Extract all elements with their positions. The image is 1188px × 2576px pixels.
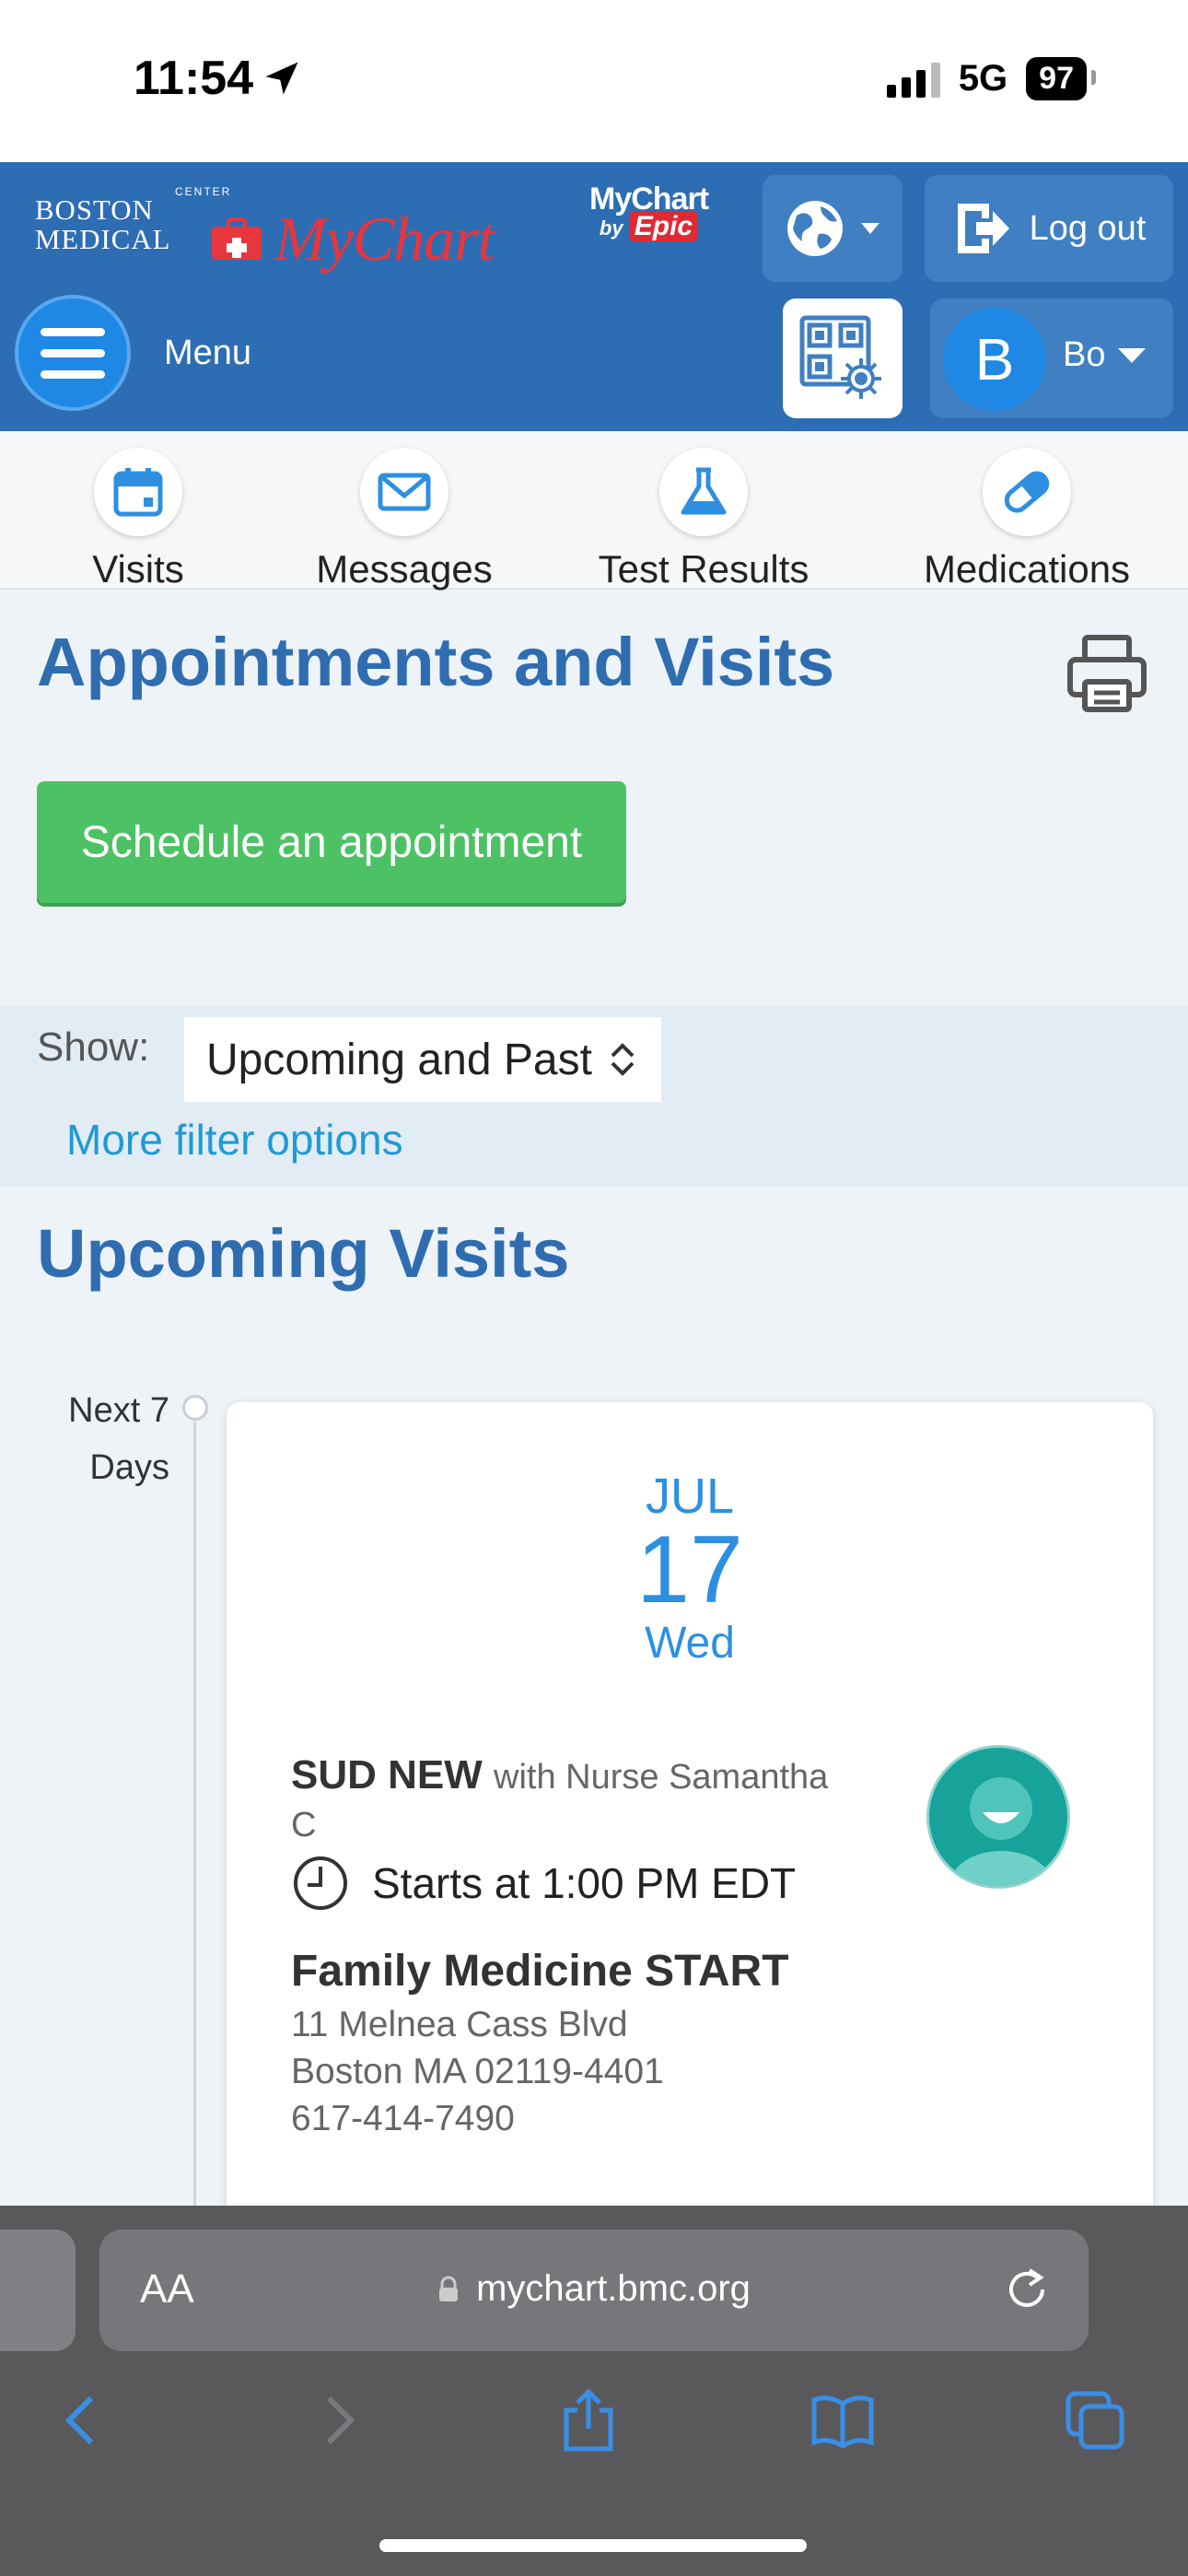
status-time: 11:54 bbox=[134, 51, 301, 106]
clock-icon bbox=[294, 1856, 347, 1910]
visit-time-text: Starts at 1:00 PM EDT bbox=[372, 1859, 797, 1907]
url-text: mychart.bmc.org bbox=[476, 2268, 751, 2309]
calendar-icon bbox=[113, 468, 163, 517]
visit-day: 17 bbox=[636, 1516, 743, 1623]
logout-button[interactable]: Log out bbox=[925, 175, 1173, 282]
chevron-left-icon bbox=[64, 2395, 94, 2445]
clock-text: 11:54 bbox=[134, 52, 254, 105]
status-bar: 11:54 5G 97 bbox=[0, 0, 1188, 162]
location-arrow-icon bbox=[265, 62, 298, 95]
tabs-button[interactable] bbox=[1063, 2388, 1127, 2453]
nav-label: Test Results bbox=[598, 547, 809, 591]
nav-medications[interactable]: Medications bbox=[907, 448, 1147, 591]
logo-top-text: BOSTON bbox=[35, 194, 154, 226]
reload-icon[interactable] bbox=[1002, 2265, 1052, 2314]
tabs-icon bbox=[1066, 2391, 1124, 2450]
logout-label: Log out bbox=[1029, 208, 1147, 248]
envelope-icon bbox=[378, 473, 431, 511]
hamburger-icon-bar bbox=[41, 369, 105, 379]
user-menu-button[interactable]: B Bo bbox=[930, 299, 1173, 418]
hamburger-icon-bar bbox=[41, 327, 105, 336]
chevron-updown-icon bbox=[611, 1043, 635, 1076]
mychart-by-epic-logo: MyChart by Epic bbox=[589, 182, 709, 241]
home-indicator bbox=[379, 2539, 807, 2552]
visit-weekday: Wed bbox=[645, 1619, 735, 1668]
visit-type-name: SUD NEW bbox=[291, 1752, 483, 1797]
app-header: CENTER BOSTON MEDICAL MyChart MyChart by… bbox=[0, 162, 1188, 431]
browser-toolbar: AA mychart.bmc.org bbox=[0, 2206, 1188, 2576]
bookmarks-button[interactable] bbox=[810, 2388, 875, 2453]
language-button[interactable] bbox=[763, 175, 903, 282]
battery-indicator: 97 bbox=[1026, 57, 1096, 100]
page-title: Appointments and Visits bbox=[37, 624, 835, 700]
book-icon bbox=[811, 2395, 874, 2448]
covid-qr-button[interactable] bbox=[783, 299, 903, 418]
show-label: Show: bbox=[37, 1025, 150, 1070]
filter-bar: Show: Upcoming and Past More filter opti… bbox=[0, 1006, 1188, 1187]
quick-nav-bar: Visits Messages Test Results Medications bbox=[0, 431, 1188, 591]
pill-icon bbox=[1004, 471, 1050, 513]
timeline-label: Next 7 Days bbox=[68, 1391, 169, 1487]
share-icon bbox=[564, 2388, 613, 2452]
address-line-2: Boston MA 02119-4401 bbox=[291, 2052, 664, 2091]
nav-test-results[interactable]: Test Results bbox=[593, 448, 814, 591]
menu-button[interactable] bbox=[15, 295, 131, 411]
nav-label: Messages bbox=[316, 547, 493, 591]
visit-type: SUD NEW with Nurse Samantha C bbox=[291, 1752, 862, 1848]
visit-address: 11 Melnea Cass Blvd Boston MA 02119-4401… bbox=[291, 2001, 664, 2142]
user-name: Bo bbox=[1063, 335, 1106, 374]
person-icon bbox=[949, 1777, 1053, 1886]
mychart-logo: MyChart bbox=[210, 203, 495, 275]
nav-label: Visits bbox=[92, 547, 184, 591]
show-select-value: Upcoming and Past bbox=[206, 1035, 592, 1084]
visit-month: JUL bbox=[645, 1469, 735, 1524]
timeline-dot bbox=[182, 1395, 208, 1421]
address-bar[interactable]: AA mychart.bmc.org bbox=[99, 2230, 1089, 2351]
chevron-down-icon bbox=[861, 223, 879, 234]
chevron-right-icon bbox=[326, 2395, 355, 2445]
boston-medical-logo: CENTER BOSTON MEDICAL bbox=[35, 185, 229, 255]
logout-icon bbox=[957, 204, 1009, 253]
visit-date: JUL 17 Wed bbox=[227, 1469, 1153, 1671]
share-button[interactable] bbox=[556, 2388, 621, 2453]
visit-card[interactable]: JUL 17 Wed SUD NEW with Nurse Samantha C… bbox=[227, 1402, 1153, 2231]
signal-strength-icon bbox=[886, 61, 940, 98]
hamburger-icon-bar bbox=[41, 348, 105, 357]
more-filter-options-link[interactable]: More filter options bbox=[66, 1115, 403, 1165]
forward-button[interactable] bbox=[308, 2388, 372, 2453]
timeline-line bbox=[193, 1421, 196, 2213]
mychart-wordmark: MyChart bbox=[274, 204, 495, 274]
visit-phone[interactable]: 617-414-7490 bbox=[291, 2095, 664, 2142]
visit-location: Family Medicine START bbox=[291, 1947, 789, 1996]
nav-messages[interactable]: Messages bbox=[312, 448, 496, 591]
logo-bottom-text: MEDICAL bbox=[35, 224, 171, 255]
menu-label[interactable]: Menu bbox=[164, 334, 251, 373]
medical-bag-icon bbox=[212, 217, 262, 260]
status-indicators: 5G 97 bbox=[886, 57, 1096, 100]
epic-logo-word: Epic bbox=[628, 211, 699, 241]
nav-label: Medications bbox=[923, 547, 1131, 591]
schedule-appointment-button[interactable]: Schedule an appointment bbox=[37, 781, 626, 903]
address-line-1: 11 Melnea Cass Blvd bbox=[291, 2005, 628, 2044]
visit-time: Starts at 1:00 PM EDT bbox=[291, 1854, 796, 1913]
user-avatar: B bbox=[943, 308, 1046, 411]
print-icon[interactable] bbox=[1063, 628, 1151, 717]
show-filter-select[interactable]: Upcoming and Past bbox=[184, 1017, 661, 1102]
network-type: 5G bbox=[958, 58, 1008, 99]
chevron-down-icon bbox=[1118, 347, 1147, 363]
lock-icon bbox=[439, 2276, 459, 2301]
back-button[interactable] bbox=[48, 2388, 112, 2453]
epic-logo-by: by bbox=[599, 217, 623, 240]
nav-visits[interactable]: Visits bbox=[74, 448, 203, 591]
flask-icon bbox=[681, 467, 727, 515]
upcoming-visits-title: Upcoming Visits bbox=[37, 1215, 570, 1292]
globe-icon bbox=[787, 201, 843, 256]
provider-avatar bbox=[926, 1745, 1070, 1889]
previous-tab[interactable] bbox=[0, 2230, 76, 2351]
qr-code-icon bbox=[799, 315, 881, 399]
